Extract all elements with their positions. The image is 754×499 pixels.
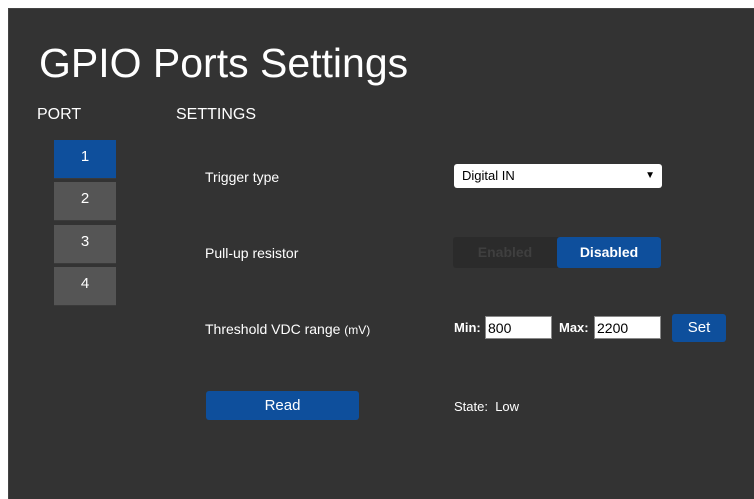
pullup-enabled-option[interactable]: Enabled <box>453 237 557 268</box>
set-button[interactable]: Set <box>672 314 726 342</box>
state-value: Low <box>495 399 520 414</box>
gpio-settings-panel: GPIO Ports Settings PORT SETTINGS 1 2 3 … <box>8 8 754 499</box>
threshold-label-text: Threshold VDC range <box>205 321 341 337</box>
state-readout: State: Low <box>454 399 519 414</box>
trigger-type-value: Digital IN <box>462 168 515 183</box>
threshold-label: Threshold VDC range (mV) <box>205 321 370 337</box>
trigger-type-select[interactable]: Digital IN ▼ <box>454 164 662 188</box>
page-title: GPIO Ports Settings <box>39 40 409 86</box>
pullup-resistor-label: Pull-up resistor <box>205 245 299 261</box>
port-2-button[interactable]: 2 <box>54 182 116 221</box>
port-4-button[interactable]: 4 <box>54 267 116 306</box>
state-label: State: <box>454 399 488 414</box>
trigger-type-label: Trigger type <box>205 169 280 185</box>
min-input[interactable] <box>485 316 552 339</box>
port-1-button[interactable]: 1 <box>54 140 116 179</box>
max-input[interactable] <box>594 316 661 339</box>
threshold-unit: (mV) <box>344 323 371 337</box>
settings-column-header: SETTINGS <box>176 106 257 123</box>
triangle-down-icon: ▼ <box>645 170 655 181</box>
min-label: Min: <box>454 320 481 335</box>
port-3-button[interactable]: 3 <box>54 225 116 264</box>
port-column-header: PORT <box>37 106 82 123</box>
pullup-disabled-option[interactable]: Disabled <box>557 237 661 268</box>
max-label: Max: <box>559 320 589 335</box>
read-button[interactable]: Read <box>206 391 359 420</box>
pullup-resistor-toggle: Enabled Disabled <box>453 237 661 268</box>
